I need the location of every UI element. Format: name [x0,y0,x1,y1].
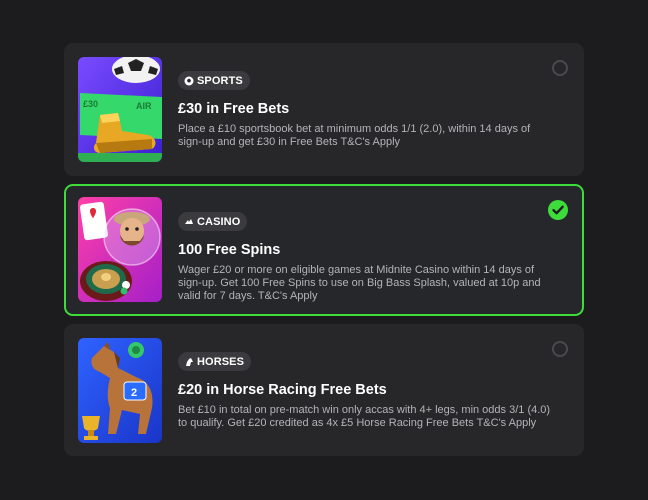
saddle-number: 2 [131,387,137,399]
offer-list: £30 AIR SPORTS £30 in Free Bets Place a … [64,43,584,464]
sports-offer-image: £30 AIR [78,57,162,162]
offer-card-sports[interactable]: £30 AIR SPORTS £30 in Free Bets Place a … [64,43,584,176]
casino-chip-icon [184,217,194,227]
offer-radio-unselected[interactable] [552,341,568,357]
category-badge-casino: CASINO [178,212,248,231]
offer-description: Wager £20 or more on eligible games at M… [178,263,541,302]
offer-title: £20 in Horse Racing Free Bets [178,381,387,398]
category-label: SPORTS [197,74,243,87]
category-badge-sports: SPORTS [178,71,250,90]
offer-description: Bet £10 in total on pre-match win only a… [178,403,551,429]
offer-card-horses[interactable]: 2 HORSES £20 in Horse Racing Free Bets B… [64,324,584,456]
horse-head-icon [184,357,194,367]
offer-radio-unselected[interactable] [552,60,568,76]
football-icon [184,76,194,86]
offer-card-casino[interactable]: CASINO 100 Free Spins Wager £20 or more … [64,184,584,316]
offer-description: Place a £10 sportsbook bet at minimum od… [178,122,531,148]
thumbnail-amount: £30 [83,99,98,109]
offer-title: £30 in Free Bets [178,100,290,117]
category-label: CASINO [197,215,241,228]
category-label: HORSES [197,355,245,368]
offer-selected-check-icon[interactable] [548,200,568,220]
horses-offer-image: 2 [78,338,162,443]
casino-offer-image [78,197,162,302]
thumbnail-air: AIR [136,101,152,111]
category-badge-horses: HORSES [178,352,252,371]
offer-title: 100 Free Spins [178,241,281,258]
